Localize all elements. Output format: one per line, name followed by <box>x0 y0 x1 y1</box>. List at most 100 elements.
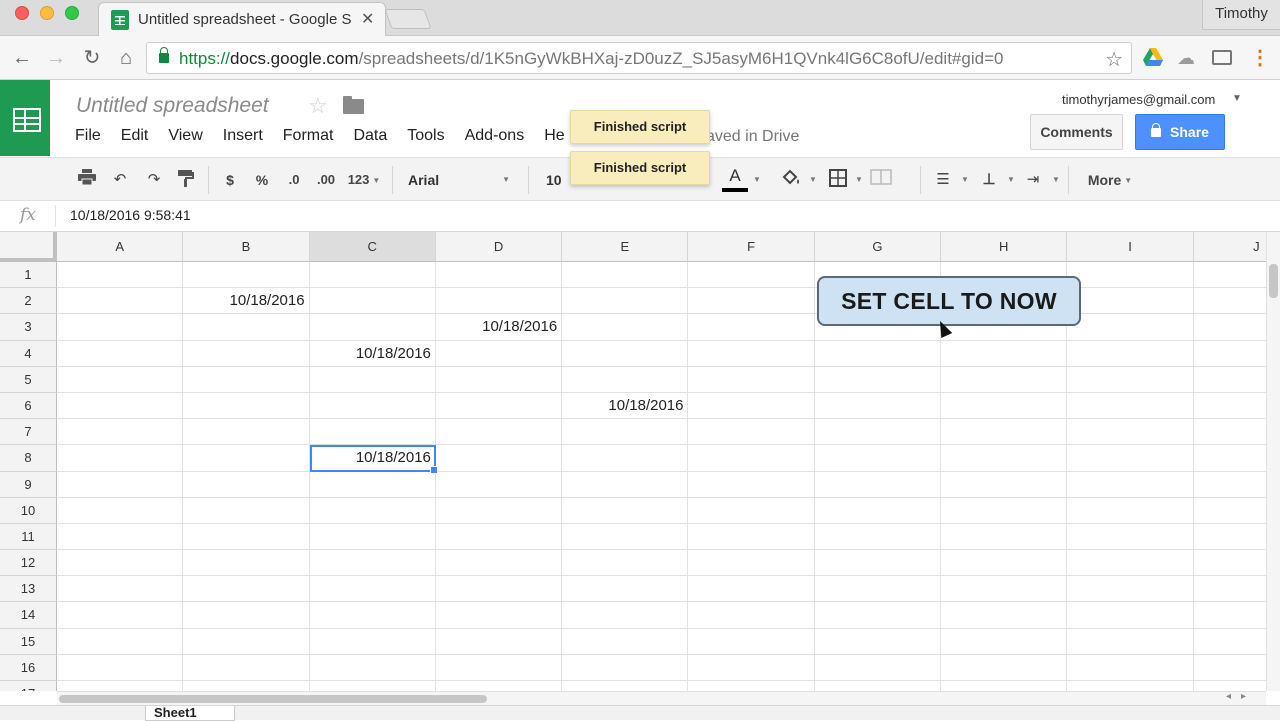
menu-addons[interactable]: Add-ons <box>465 127 525 147</box>
column-header-b[interactable]: B <box>183 232 310 262</box>
cell-f17[interactable] <box>688 681 815 691</box>
cell-d4[interactable] <box>435 340 563 367</box>
cell-c14[interactable] <box>309 602 436 629</box>
new-tab-button[interactable] <box>384 9 432 29</box>
column-header-c[interactable]: C <box>309 232 436 262</box>
menu-tools[interactable]: Tools <box>407 127 444 147</box>
menu-data[interactable]: Data <box>353 127 387 147</box>
row-header[interactable]: 13 <box>0 576 57 603</box>
zoom-window-button[interactable] <box>65 6 79 20</box>
cell-f4[interactable] <box>688 340 815 367</box>
cell-h17[interactable] <box>941 681 1068 691</box>
cell-c1[interactable] <box>309 262 436 289</box>
row-header[interactable]: 16 <box>0 654 57 681</box>
column-header-g[interactable]: G <box>814 232 942 262</box>
paint-format-icon[interactable] <box>175 169 197 191</box>
comments-button[interactable]: Comments <box>1030 114 1123 150</box>
menu-insert[interactable]: Insert <box>223 127 263 147</box>
menu-format[interactable]: Format <box>283 127 334 147</box>
cell-h9[interactable] <box>941 471 1068 498</box>
row-header[interactable]: 1 <box>0 262 57 289</box>
folder-icon[interactable] <box>343 96 364 114</box>
cell-c3[interactable] <box>309 314 436 341</box>
minimize-window-button[interactable] <box>40 6 54 20</box>
cell-h7[interactable] <box>941 419 1068 446</box>
cell-e16[interactable] <box>562 654 689 681</box>
cell-i1[interactable] <box>1067 262 1194 289</box>
cell-a11[interactable] <box>57 523 184 551</box>
cell-e13[interactable] <box>562 576 689 603</box>
cell-b10[interactable] <box>183 497 310 524</box>
cell-j6[interactable] <box>1193 393 1266 420</box>
cell-h16[interactable] <box>941 654 1068 681</box>
column-header-h[interactable]: H <box>941 232 1068 262</box>
cell-b6[interactable] <box>183 392 310 420</box>
cell-j14[interactable] <box>1193 602 1266 629</box>
drive-icon[interactable] <box>1143 48 1163 68</box>
row-header[interactable]: 10 <box>0 497 57 524</box>
cell-j12[interactable] <box>1193 550 1266 577</box>
cell-g5[interactable] <box>814 366 942 393</box>
cell-h4[interactable] <box>941 340 1068 367</box>
cell-h6[interactable] <box>941 392 1068 420</box>
cell-i10[interactable] <box>1067 497 1194 524</box>
cell-c6[interactable] <box>309 392 436 420</box>
cell-i5[interactable] <box>1067 366 1194 393</box>
cell-g13[interactable] <box>814 576 942 603</box>
column-header-d[interactable]: D <box>435 232 563 262</box>
cell-f1[interactable] <box>688 262 815 289</box>
cell-f16[interactable] <box>688 654 815 681</box>
cell-e10[interactable] <box>562 497 689 524</box>
cell-g14[interactable] <box>814 602 942 629</box>
cell-b14[interactable] <box>183 602 310 629</box>
cell-b4[interactable] <box>183 340 310 367</box>
cell-a12[interactable] <box>57 550 184 577</box>
cell-i2[interactable] <box>1067 288 1194 315</box>
address-bar[interactable]: https://docs.google.com/spreadsheets/d/1… <box>146 42 1132 74</box>
cell-i15[interactable] <box>1067 628 1194 655</box>
cell-a4[interactable] <box>57 340 184 367</box>
cell-b11[interactable] <box>183 523 310 551</box>
cell-h15[interactable] <box>941 628 1068 655</box>
cell-e8[interactable] <box>562 445 689 472</box>
row-header[interactable]: 15 <box>0 628 57 655</box>
column-header-e[interactable]: E <box>562 232 689 262</box>
cell-i9[interactable] <box>1067 471 1194 498</box>
cell-j4[interactable] <box>1193 341 1266 367</box>
row-header[interactable]: 11 <box>0 523 57 551</box>
cell-d7[interactable] <box>435 419 563 446</box>
cell-j9[interactable] <box>1193 472 1266 498</box>
cell-i7[interactable] <box>1067 419 1194 446</box>
cell-c5[interactable] <box>309 366 436 393</box>
cell-b17[interactable] <box>183 681 310 691</box>
cell-f10[interactable] <box>688 497 815 524</box>
cell-c17[interactable] <box>310 681 436 691</box>
cell-a3[interactable] <box>57 314 184 341</box>
cell-h8[interactable] <box>941 445 1068 472</box>
cell-i4[interactable] <box>1067 340 1194 367</box>
cell-b9[interactable] <box>183 471 310 498</box>
bookmark-star-icon[interactable]: ☆ <box>1105 47 1123 72</box>
row-header[interactable]: 12 <box>0 550 57 577</box>
cell-d5[interactable] <box>435 366 563 393</box>
cell-c8[interactable]: 10/18/2016 <box>309 445 439 474</box>
cell-j10[interactable] <box>1193 498 1266 524</box>
cell-e6[interactable]: 10/18/2016 <box>562 392 689 420</box>
cell-g4[interactable] <box>814 340 942 367</box>
cell-f11[interactable] <box>688 523 815 551</box>
cell-h13[interactable] <box>941 576 1068 603</box>
cell-b15[interactable] <box>183 628 310 655</box>
cell-e4[interactable] <box>562 340 689 367</box>
cell-j11[interactable] <box>1193 524 1266 551</box>
cell-d2[interactable] <box>435 288 563 315</box>
menu-file[interactable]: File <box>75 127 101 147</box>
document-title[interactable]: Untitled spreadsheet <box>76 94 269 118</box>
cell-e17[interactable] <box>562 681 689 691</box>
menu-view[interactable]: View <box>168 127 202 147</box>
cell-a2[interactable] <box>57 288 184 315</box>
row-header[interactable]: 6 <box>0 392 57 420</box>
set-cell-to-now-button[interactable]: SET CELL TO NOW <box>817 276 1081 326</box>
cell-b5[interactable] <box>183 366 310 393</box>
cell-c11[interactable] <box>309 523 436 551</box>
cell-a7[interactable] <box>57 419 184 446</box>
